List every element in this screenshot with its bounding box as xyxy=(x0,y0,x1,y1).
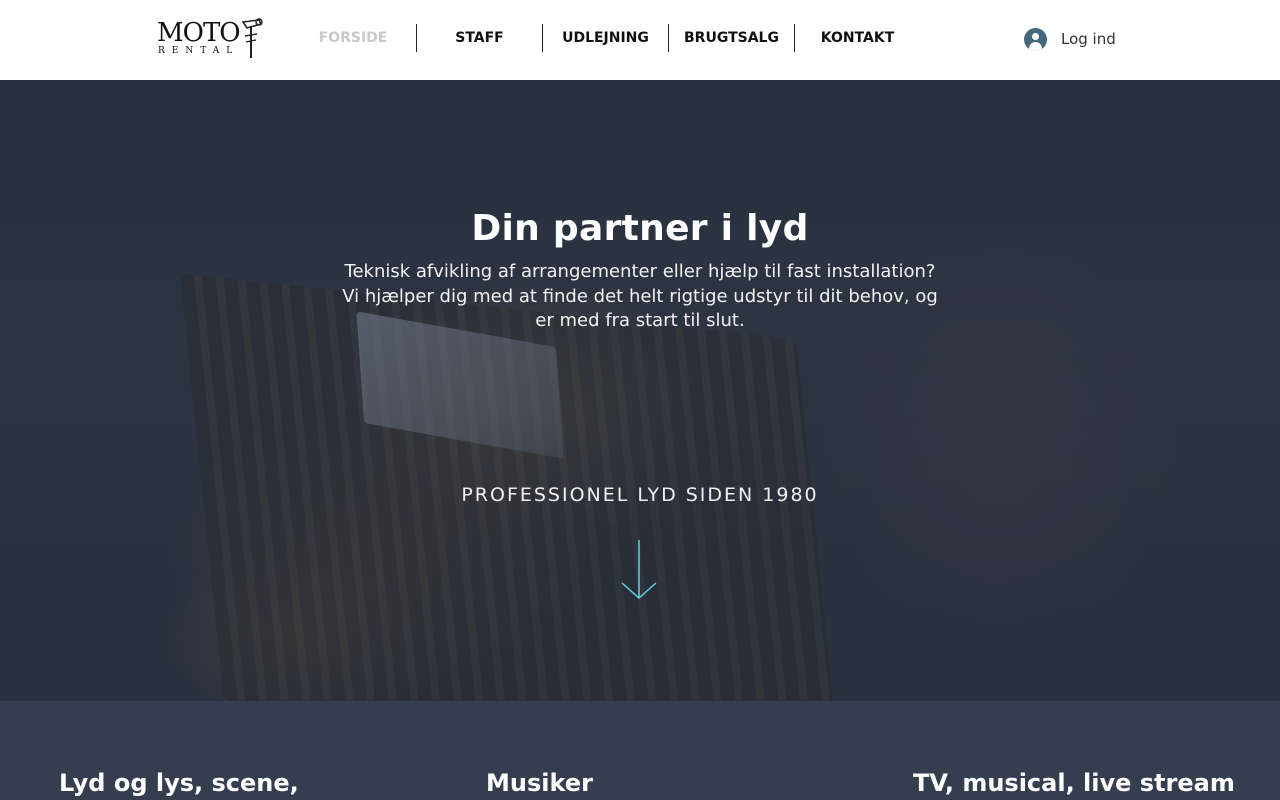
user-avatar-icon xyxy=(1024,27,1047,51)
service-heading-musiker: Musiker xyxy=(486,769,593,797)
arrow-down-icon[interactable] xyxy=(620,538,658,602)
nav-item-staff[interactable]: STAFF xyxy=(416,24,542,52)
logo-wordmark: MOTO xyxy=(157,18,241,48)
nav-item-udlejning[interactable]: UDLEJNING xyxy=(542,24,668,52)
moto-rental-logo[interactable]: MOTO RENTAL xyxy=(157,18,267,60)
service-heading-lyd-og-lys: Lyd og lys, scene, xyxy=(59,769,299,797)
service-heading-tv-musical: TV, musical, live stream xyxy=(913,769,1235,797)
nav-item-brugtsalg[interactable]: BRUGTSALG xyxy=(668,24,794,52)
nav-item-kontakt[interactable]: KONTAKT xyxy=(794,24,920,52)
login-button[interactable]: Log ind xyxy=(1024,26,1116,52)
logo-subtitle: RENTAL xyxy=(158,46,240,56)
main-navigation: FORSIDE STAFF UDLEJNING BRUGTSALG KONTAK… xyxy=(290,24,920,52)
login-label: Log ind xyxy=(1061,30,1116,48)
hero-section: Din partner i lyd Teknisk afvikling af a… xyxy=(0,80,1280,701)
hero-subtitle: Teknisk afvikling af arrangementer eller… xyxy=(342,261,938,331)
site-header: MOTO RENTAL FORSIDE STAFF UDLEJNING BRUG… xyxy=(0,0,1280,80)
microphone-stand-icon xyxy=(241,18,263,58)
services-section: Lyd og lys, scene, Musiker TV, musical, … xyxy=(0,701,1280,800)
hero-title: Din partner i lyd xyxy=(471,208,809,249)
hero-tagline: PROFESSIONEL LYD SIDEN 1980 xyxy=(461,484,819,506)
hero-overlay xyxy=(0,80,1280,701)
nav-item-forside[interactable]: FORSIDE xyxy=(290,24,416,52)
